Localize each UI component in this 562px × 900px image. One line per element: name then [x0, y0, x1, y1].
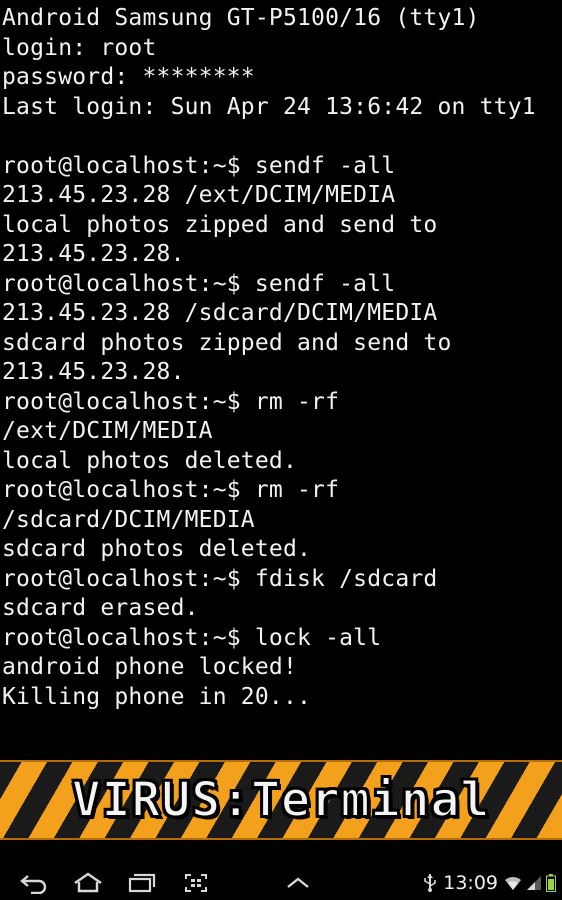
back-icon — [20, 875, 47, 894]
battery-icon — [546, 874, 556, 892]
app-title: VIRUS:Terminal — [71, 771, 491, 829]
terminal-line: /sdcard/DCIM/MEDIA — [2, 506, 255, 533]
status-area[interactable]: 13:09 — [423, 866, 556, 900]
terminal-line: sdcard erased. — [2, 595, 199, 621]
system-navigation-bar: 13:09 — [0, 866, 562, 900]
back-button[interactable] — [14, 868, 54, 898]
recent-apps-icon — [128, 873, 156, 893]
terminal-line: local photos zipped and send to — [2, 211, 438, 238]
hazard-stripe-banner: VIRUS:Terminal — [0, 760, 562, 840]
home-button[interactable] — [68, 868, 108, 898]
terminal-line: Killing phone in 20... — [2, 683, 312, 710]
terminal-line: root@localhost:~$ fdisk /sdcard — [2, 565, 438, 592]
usb-icon — [424, 874, 437, 892]
menu-up-button[interactable] — [278, 868, 318, 898]
terminal-line: sdcard photos deleted. — [2, 536, 312, 562]
home-icon — [74, 872, 102, 893]
terminal-line: Android Samsung GT-P5100/16 (tty1) — [2, 5, 480, 31]
wifi-icon — [505, 876, 521, 890]
terminal-line: local photos deleted. — [2, 447, 297, 474]
terminal-line: 213.45.23.28 /ext/DCIM/MEDIA — [2, 182, 396, 208]
terminal-line: /ext/DCIM/MEDIA — [2, 418, 213, 444]
terminal-line: root@localhost:~$ rm -rf — [2, 388, 340, 415]
screenshot-button[interactable] — [176, 868, 216, 898]
terminal-line: root@localhost:~$ sendf -all — [2, 270, 396, 297]
signal-icon — [527, 876, 541, 890]
terminal-line: root@localhost:~$ sendf -all — [2, 152, 396, 179]
terminal-line: android phone locked! — [2, 654, 297, 680]
terminal-line: root@localhost:~$ rm -rf — [2, 477, 340, 503]
terminal-line: login: root — [2, 34, 157, 61]
clock: 13:09 — [443, 872, 498, 894]
terminal-line: 213.45.23.28. — [2, 241, 185, 267]
screenshot-icon — [185, 874, 207, 892]
terminal-line: Last login: Sun Apr 24 13:6:42 on tty1 — [2, 93, 536, 120]
menu-up-icon — [287, 877, 309, 888]
terminal-line: 213.45.23.28. — [2, 359, 185, 385]
terminal-line: 213.45.23.28 /sdcard/DCIM/MEDIA — [2, 300, 438, 326]
terminal-output: Android Samsung GT-P5100/16 (tty1) login… — [0, 4, 562, 750]
terminal-line: password: ******** — [2, 64, 255, 90]
recent-apps-button[interactable] — [122, 868, 162, 898]
terminal-line: sdcard photos zipped and send to — [2, 329, 452, 356]
terminal-line: root@localhost:~$ lock -all — [2, 624, 382, 651]
